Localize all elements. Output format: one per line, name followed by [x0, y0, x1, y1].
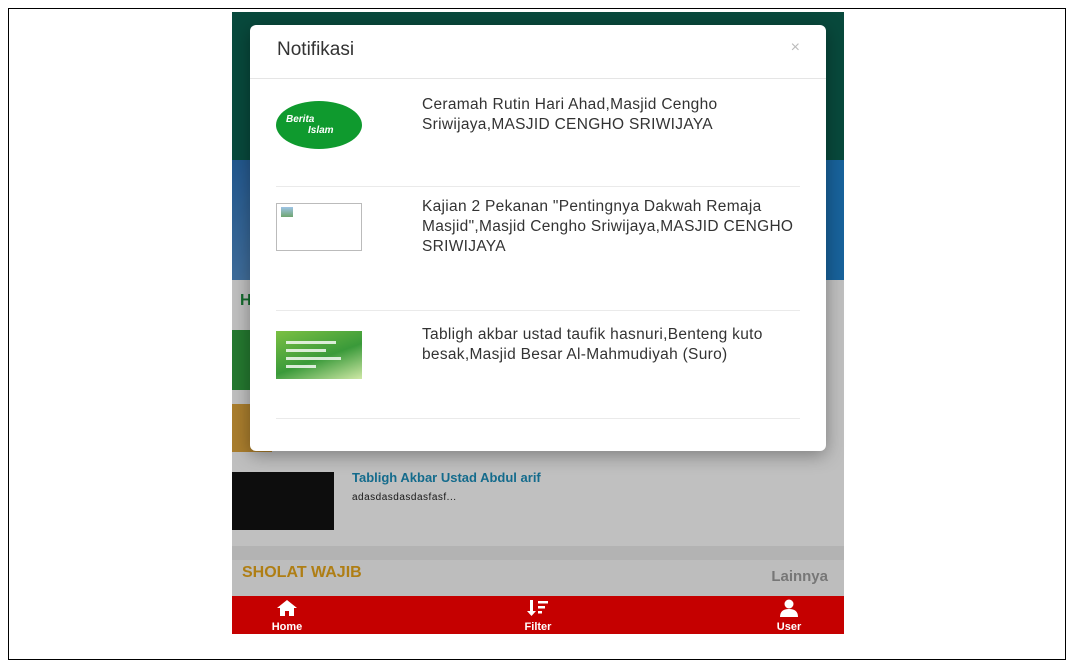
- nav-home[interactable]: Home: [232, 596, 342, 634]
- modal-title: Notifikasi: [277, 39, 355, 60]
- bottom-navigation: Home Filter User: [232, 596, 844, 634]
- notification-text: Kajian 2 Pekanan "Pentingnya Dakwah Rema…: [422, 198, 794, 255]
- notification-item[interactable]: Kajian 2 Pekanan "Pentingnya Dakwah Rema…: [276, 183, 800, 311]
- logo-text-islam: Islam: [308, 125, 334, 136]
- nav-home-label: Home: [271, 621, 303, 633]
- user-icon: [778, 599, 800, 621]
- modal-header: Notifikasi ×: [250, 25, 826, 79]
- notification-item[interactable]: Berita Islam Ceramah Rutin Hari Ahad,Mas…: [276, 81, 800, 187]
- home-icon: [276, 599, 298, 621]
- filter-icon: [527, 599, 549, 621]
- close-icon[interactable]: ×: [791, 39, 800, 57]
- broken-image-icon: [276, 203, 362, 251]
- event-poster-thumbnail: [276, 331, 362, 379]
- berita-islam-logo: Berita Islam: [276, 101, 362, 149]
- notification-item[interactable]: Tabligh akbar ustad taufik hasnuri,Bente…: [276, 311, 800, 419]
- notification-text: Tabligh akbar ustad taufik hasnuri,Bente…: [422, 326, 763, 363]
- logo-text-berita: Berita: [286, 114, 315, 125]
- notification-text: Ceramah Rutin Hari Ahad,Masjid Cengho Sr…: [422, 96, 718, 133]
- notification-modal: Notifikasi × Berita Islam Ceramah Rutin …: [250, 25, 826, 451]
- nav-user-label: User: [776, 621, 802, 633]
- nav-filter-label: Filter: [524, 621, 552, 633]
- nav-user[interactable]: User: [734, 596, 844, 634]
- nav-filter[interactable]: Filter: [483, 596, 593, 634]
